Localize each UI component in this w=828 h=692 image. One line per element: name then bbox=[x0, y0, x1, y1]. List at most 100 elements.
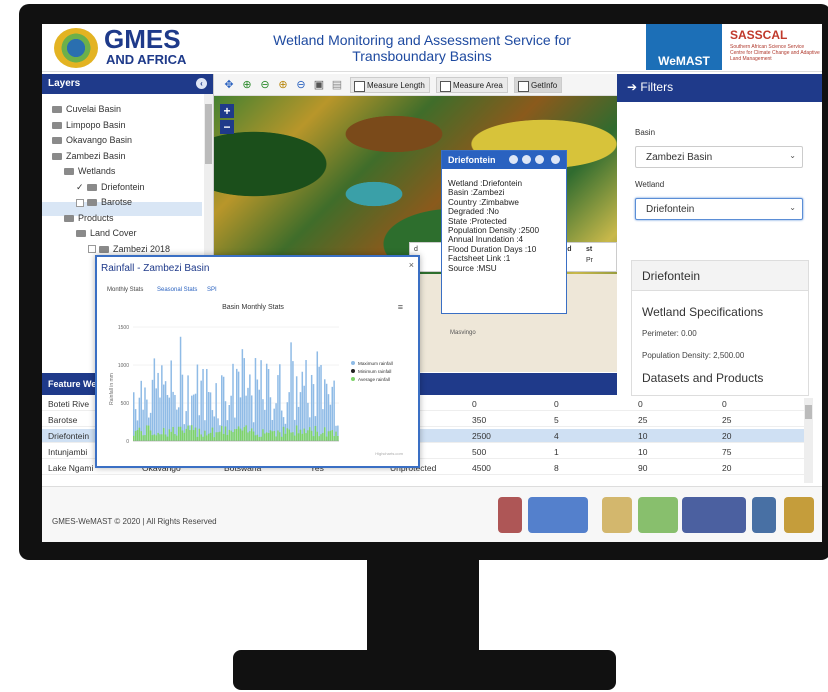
full-extent-icon[interactable]: ▣ bbox=[312, 78, 326, 92]
layer-checkbox[interactable] bbox=[88, 245, 96, 254]
pan-icon[interactable]: ✥ bbox=[222, 78, 236, 92]
tab-seasonal-stats[interactable]: Seasonal Stats bbox=[157, 287, 197, 293]
minimize-icon[interactable] bbox=[509, 155, 518, 164]
avg-rainfall-bar bbox=[316, 431, 319, 441]
layer-label: Wetlands bbox=[78, 166, 116, 176]
avg-rainfall-bar bbox=[204, 430, 206, 441]
folder-icon bbox=[76, 230, 86, 238]
map-town-label: Masvingo bbox=[450, 330, 476, 336]
popup-attribute-line: Flood Duration Days :10 bbox=[448, 244, 537, 254]
basin-select[interactable]: Zambezi Basin ⌄ bbox=[635, 146, 803, 168]
avg-rainfall-bar bbox=[314, 425, 317, 441]
layer-checkbox[interactable]: ✓ bbox=[76, 183, 84, 192]
avg-rainfall-bar bbox=[147, 425, 150, 441]
avg-rainfall-bar bbox=[236, 428, 238, 441]
pin-icon[interactable] bbox=[522, 155, 531, 164]
avg-rainfall-bar bbox=[249, 431, 251, 441]
print-icon[interactable]: ▤ bbox=[330, 78, 344, 92]
avg-rainfall-bar bbox=[219, 431, 221, 441]
map-zoom-out-button[interactable]: − bbox=[220, 120, 234, 134]
map-toolbar: ✥ ⊕ ⊖ ⊕ ⊖ ▣ ▤ Measure Length Measure Are… bbox=[214, 74, 617, 96]
measure-length-button[interactable]: Measure Length bbox=[350, 77, 430, 93]
feature-table-scrollbar[interactable] bbox=[804, 397, 813, 483]
avg-rainfall-bar bbox=[222, 433, 225, 441]
popup-attribute-line: Source :MSU bbox=[448, 263, 497, 273]
rainfall-chart-window: Rainfall - Zambezi Basin × Monthly Stats… bbox=[95, 255, 420, 468]
map-zoom-in-button[interactable]: + bbox=[220, 104, 234, 118]
layer-checkbox[interactable] bbox=[76, 198, 84, 207]
popup-attribute-line: Basin :Zambezi bbox=[448, 188, 505, 198]
layer-item[interactable]: Okavango Basin bbox=[52, 133, 132, 147]
layers-header: Layers ‹ bbox=[42, 74, 213, 94]
avg-rainfall-bar bbox=[177, 426, 180, 441]
measure-area-button[interactable]: Measure Area bbox=[436, 77, 508, 93]
wetland-select[interactable]: Driefontein ⌄ bbox=[635, 198, 803, 220]
avg-rainfall-bar bbox=[230, 430, 232, 441]
y-axis-label: Rainfall in mm bbox=[109, 373, 115, 405]
tab-monthly-stats[interactable]: Monthly Stats bbox=[107, 287, 143, 293]
zoom-in-icon[interactable]: ⊕ bbox=[276, 78, 290, 92]
table-cell-name: Barotse bbox=[48, 415, 78, 425]
folder-icon bbox=[52, 137, 62, 145]
getinfo-button[interactable]: GetInfo bbox=[514, 77, 562, 93]
wemast-tree-logo bbox=[638, 497, 678, 533]
avg-rainfall-bar bbox=[207, 433, 210, 441]
max-rainfall-bar bbox=[157, 372, 159, 441]
close-icon[interactable] bbox=[551, 155, 560, 164]
basin-select-value: Zambezi Basin bbox=[646, 152, 713, 163]
folder-icon bbox=[52, 152, 62, 160]
avg-rainfall-bar bbox=[176, 435, 178, 441]
chart-menu-icon[interactable]: ≡ bbox=[398, 302, 403, 312]
max-rainfall-bar bbox=[232, 363, 234, 441]
avg-rainfall-bar bbox=[265, 432, 268, 441]
zoom-out-icon[interactable]: ⊖ bbox=[294, 78, 308, 92]
zoom-box-in-icon[interactable]: ⊕ bbox=[240, 78, 254, 92]
layer-item[interactable]: Cuvelai Basin bbox=[52, 102, 121, 116]
attr-val-state: Pr bbox=[586, 257, 593, 264]
avg-rainfall-bar bbox=[273, 430, 275, 441]
layer-item[interactable]: Land Cover bbox=[76, 226, 137, 240]
avg-rainfall-bar bbox=[269, 430, 272, 441]
avg-rainfall-bar bbox=[260, 436, 262, 441]
folder-icon bbox=[52, 106, 62, 114]
layer-item[interactable]: Wetlands bbox=[64, 164, 115, 178]
layer-item[interactable]: ✓ Driefontein bbox=[76, 180, 145, 194]
avg-rainfall-bar bbox=[267, 433, 270, 441]
max-rainfall-bar bbox=[144, 387, 146, 441]
avg-rainfall-bar bbox=[301, 433, 304, 441]
avg-rainfall-bar bbox=[228, 429, 231, 441]
maximize-icon[interactable] bbox=[535, 155, 544, 164]
sasscal-logo: SASSCAL Southern African Science Service… bbox=[730, 28, 820, 68]
app-screen: GMES AND AFRICA Wetland Monitoring and A… bbox=[42, 24, 822, 542]
layer-item[interactable]: Products bbox=[64, 211, 114, 225]
avg-rainfall-bar bbox=[305, 433, 307, 441]
layers-scrollbar-thumb[interactable] bbox=[205, 104, 212, 164]
avg-rainfall-bar bbox=[264, 433, 266, 441]
layer-item[interactable]: Barotse bbox=[76, 195, 132, 209]
avg-rainfall-bar bbox=[307, 430, 309, 441]
layer-item[interactable]: Limpopo Basin bbox=[52, 118, 126, 132]
legend-label: Average rainfall bbox=[358, 377, 390, 382]
avg-rainfall-bar bbox=[215, 432, 217, 441]
table-cell-fact: 20 bbox=[722, 431, 732, 441]
max-rainfall-bar bbox=[222, 376, 225, 441]
feature-table-scrollbar-thumb[interactable] bbox=[805, 405, 812, 419]
max-rainfall-bar bbox=[196, 364, 199, 441]
max-rainfall-bar bbox=[155, 388, 157, 441]
layer-item[interactable]: Zambezi Basin bbox=[52, 149, 126, 163]
popup-attribute-line: Factsheet Link :1 bbox=[448, 254, 511, 264]
collapse-chevron-icon[interactable]: ‹ bbox=[196, 78, 207, 89]
tab-spi[interactable]: SPI bbox=[207, 287, 217, 293]
chevron-right-circle-icon[interactable]: ➔ bbox=[627, 80, 637, 94]
wetland-label: Wetland bbox=[635, 180, 665, 189]
avg-rainfall-bar bbox=[284, 433, 287, 441]
table-cell-inund: 0 bbox=[554, 399, 559, 409]
close-icon[interactable]: × bbox=[409, 260, 414, 270]
table-cell-fact: 75 bbox=[722, 447, 732, 457]
max-rainfall-bar bbox=[279, 364, 281, 441]
table-cell-pop: 4500 bbox=[472, 463, 491, 473]
avg-rainfall-bar bbox=[277, 430, 279, 441]
zoom-box-out-icon[interactable]: ⊖ bbox=[258, 78, 272, 92]
layer-label: Zambezi Basin bbox=[66, 150, 126, 161]
layer-item[interactable]: Zambezi 2018 bbox=[88, 242, 170, 256]
